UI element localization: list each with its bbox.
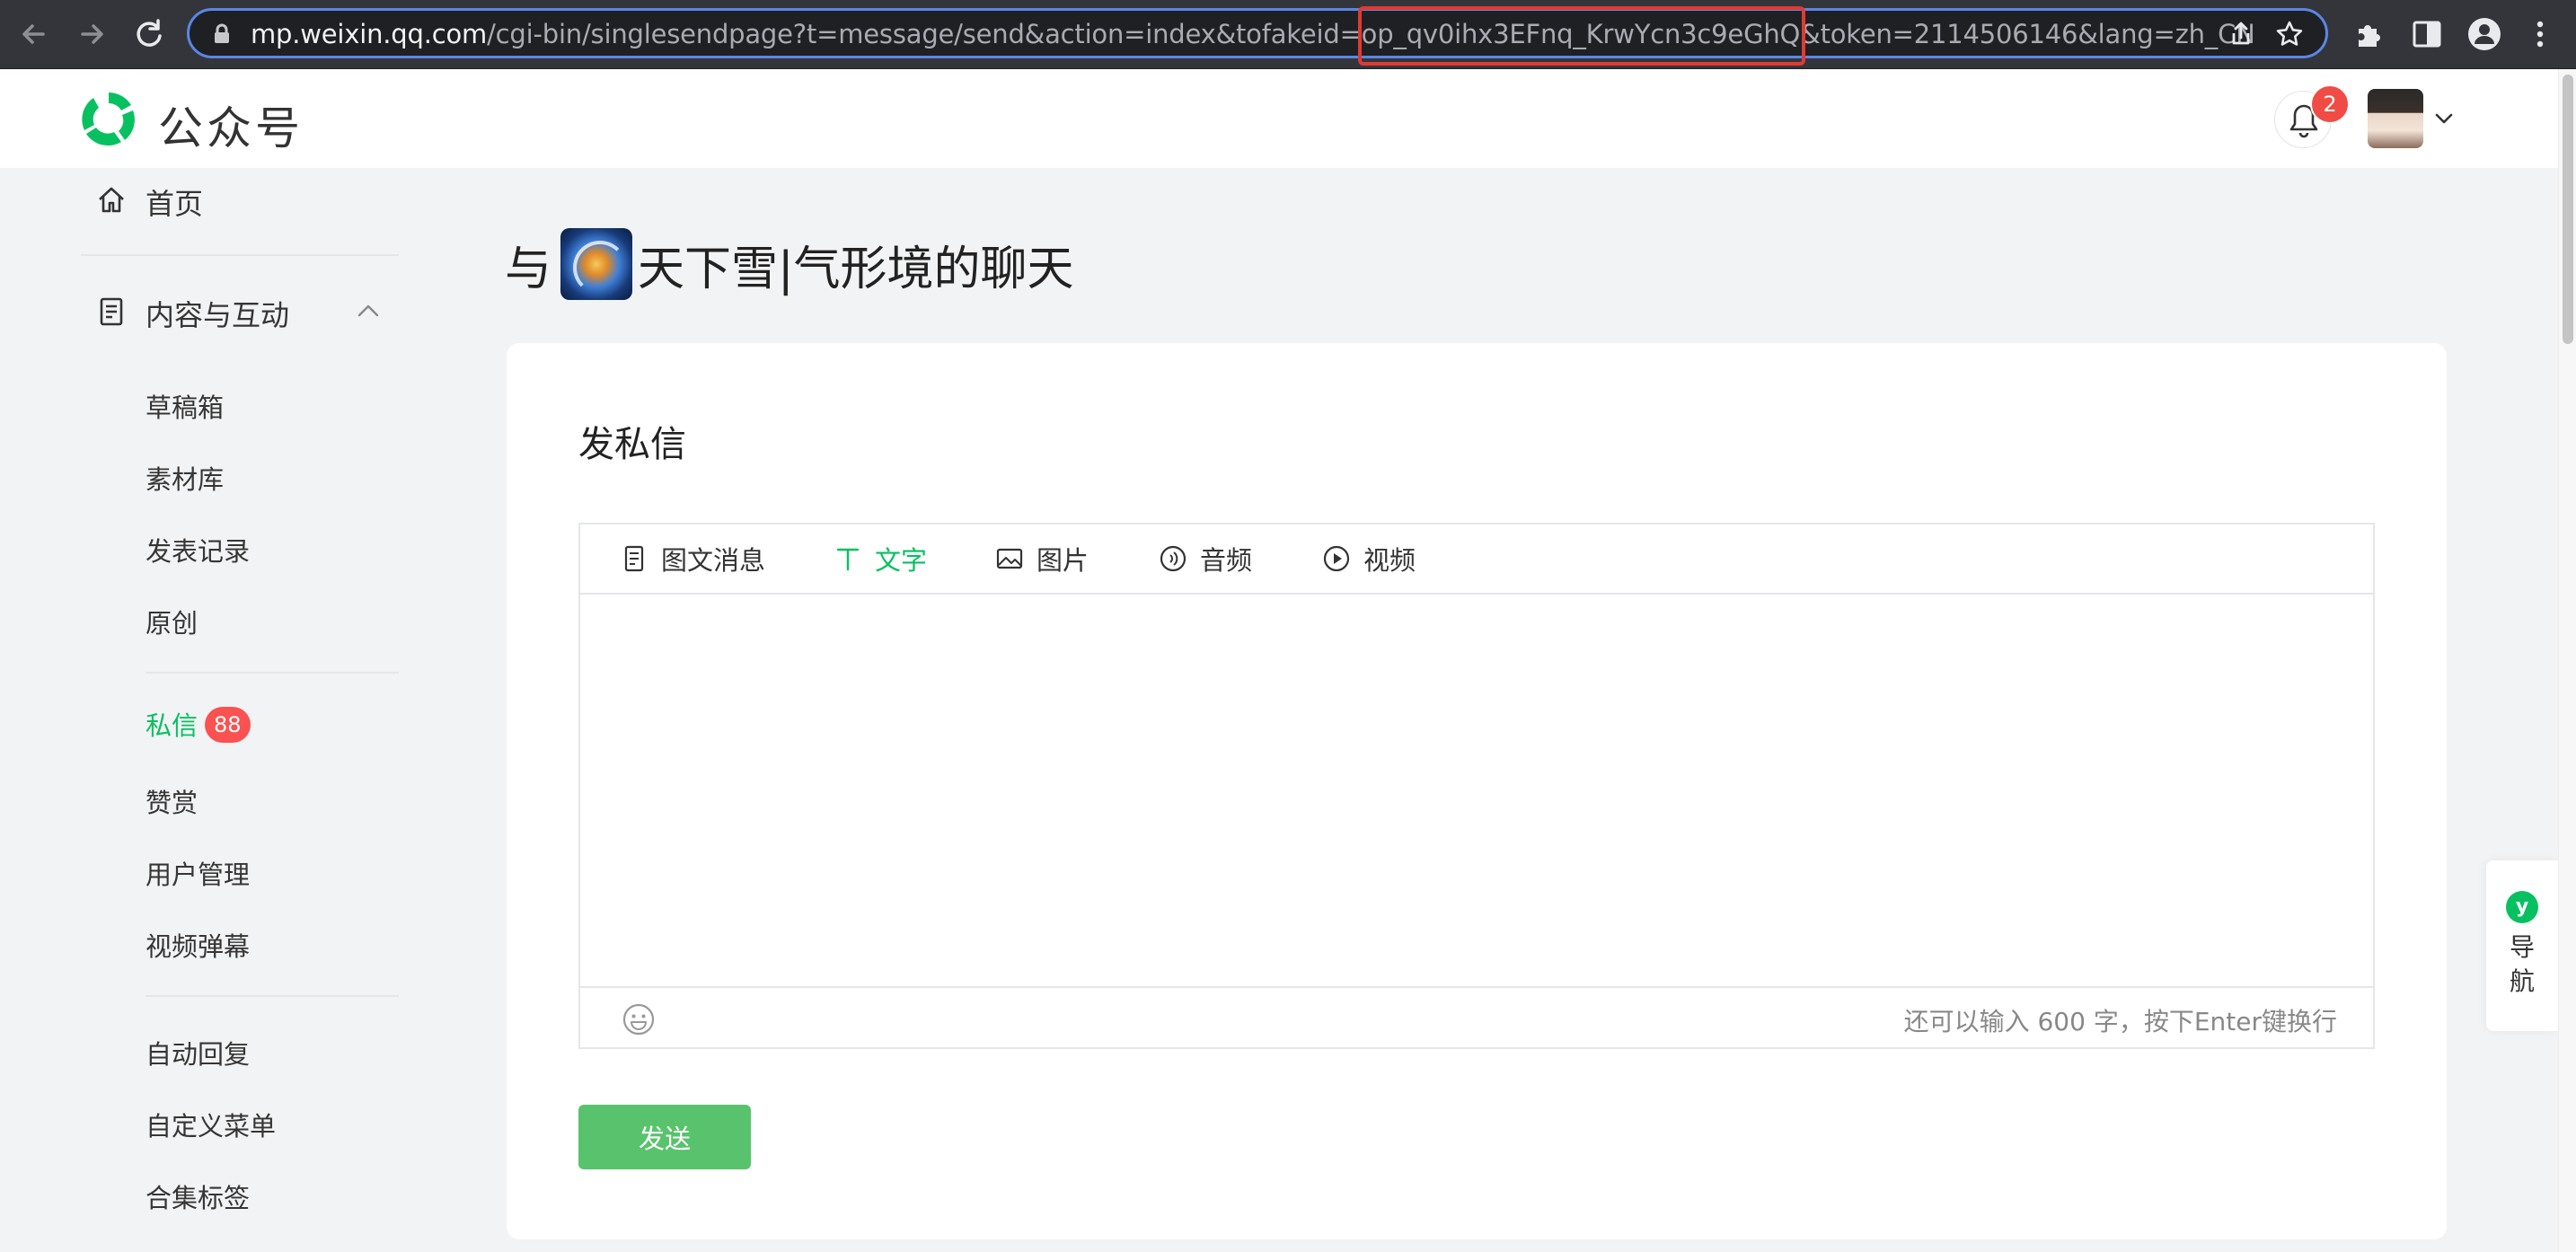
sidebar-divider	[146, 672, 399, 674]
home-icon	[99, 187, 124, 213]
sidebar-divider	[81, 254, 399, 256]
bookmark-star-icon[interactable]	[2275, 20, 2304, 48]
message-textarea[interactable]	[580, 595, 2373, 986]
tab-text-label: 文字	[875, 545, 928, 576]
side-panel-icon[interactable]	[2409, 16, 2445, 52]
message-editor: 图文消息 文字 图片 音频 视频 还可以输入 600 字，按下Enter键换行	[578, 523, 2375, 1049]
messages-unread-badge: 88	[205, 707, 251, 743]
chat-title-name: 天下雪|气形境的聊天	[638, 242, 1074, 296]
page-scrollbar[interactable]	[2558, 69, 2576, 1252]
sidebar-divider	[146, 995, 399, 997]
sidebar-item-messages-label: 私信	[146, 710, 198, 741]
document-icon	[624, 545, 644, 572]
address-bar[interactable]: mp.weixin.qq.com/cgi-bin/singlesendpage?…	[187, 8, 2328, 58]
tab-video-label: 视频	[1363, 545, 1416, 576]
tab-audio-label: 音频	[1200, 545, 1253, 576]
url-path: /cgi-bin/singlesendpage?t=message/send&a…	[487, 19, 1362, 49]
page-title: 与 天下雪|气形境的聊天	[505, 226, 1074, 302]
sidebar-item-video-danmaku[interactable]: 视频弹幕	[146, 926, 250, 964]
tab-video[interactable]: 视频	[1322, 541, 1416, 577]
audio-icon	[1160, 545, 1187, 572]
sidebar-item-home[interactable]: 首页	[146, 181, 203, 223]
url-text: mp.weixin.qq.com/cgi-bin/singlesendpage?…	[251, 20, 2255, 48]
chevron-up-icon[interactable]	[352, 295, 384, 328]
sidebar-item-original[interactable]: 原创	[146, 603, 198, 640]
character-counter: 还可以输入 600 字，按下Enter键换行	[1903, 1007, 2337, 1036]
image-icon	[996, 548, 1023, 569]
site-header: 公众号 2	[0, 69, 2558, 168]
card-title: 发私信	[578, 424, 686, 465]
back-icon[interactable]	[13, 13, 56, 56]
message-type-tabs: 图文消息 文字 图片 音频 视频	[580, 525, 2373, 595]
share-icon[interactable]	[2227, 20, 2255, 48]
chat-title-prefix: 与	[505, 242, 552, 296]
tab-rich-media-label: 图文消息	[661, 545, 766, 576]
tab-image[interactable]: 图片	[995, 541, 1089, 577]
notification-badge: 2	[2310, 84, 2350, 124]
chevron-down-icon[interactable]	[2430, 105, 2457, 132]
url-highlighted-id: op_qv0ihx3EFnq_KrwYcn3c9eGhQ	[1361, 19, 1801, 49]
url-query: &token=2114506146&lang=zh_CN	[1800, 19, 2255, 49]
sidebar-section-content[interactable]: 内容与互动	[146, 293, 289, 334]
extensions-icon[interactable]	[2351, 16, 2387, 52]
forward-icon[interactable]	[70, 13, 113, 56]
floating-guide-button[interactable]: y 导航	[2486, 860, 2558, 1031]
guide-logo-icon: y	[2506, 891, 2538, 923]
tab-rich-media[interactable]: 图文消息	[620, 541, 765, 577]
sidebar-item-user-management[interactable]: 用户管理	[146, 854, 250, 892]
reload-icon[interactable]	[128, 13, 171, 56]
text-t-icon	[836, 548, 860, 571]
sidebar-item-collection-tags[interactable]: 合集标签	[146, 1177, 250, 1215]
tab-audio[interactable]: 音频	[1159, 541, 1252, 577]
sidebar-item-drafts[interactable]: 草稿箱	[146, 387, 224, 425]
sidebar: 首页 内容与互动 草稿箱 素材库 发表记录 原创 私信 88 赞赏 用户管理 视频…	[0, 168, 467, 1252]
lock-icon[interactable]	[209, 22, 234, 47]
kebab-menu-icon[interactable]	[2522, 16, 2558, 52]
sidebar-item-rewards[interactable]: 赞赏	[146, 782, 198, 820]
tab-image-label: 图片	[1037, 545, 1090, 576]
message-card: 发私信 图文消息 文字 图片 音频 视频 还可以输入 600 字，按下Enter…	[507, 343, 2447, 1239]
url-host: mp.weixin.qq.com	[251, 19, 488, 49]
floating-guide-label: 导航	[2509, 932, 2535, 996]
contact-avatar	[560, 228, 633, 300]
sidebar-item-custom-menu[interactable]: 自定义菜单	[146, 1106, 276, 1143]
wechat-official-logo-icon[interactable]	[77, 87, 140, 150]
browser-toolbar: mp.weixin.qq.com/cgi-bin/singlesendpage?…	[0, 0, 2576, 69]
tab-text[interactable]: 文字	[834, 541, 927, 577]
editor-footer: 还可以输入 600 字，按下Enter键换行	[580, 986, 2373, 1049]
account-avatar[interactable]	[2368, 89, 2423, 148]
send-button[interactable]: 发送	[578, 1105, 751, 1169]
sidebar-item-publish-records[interactable]: 发表记录	[146, 531, 250, 569]
sidebar-item-materials[interactable]: 素材库	[146, 459, 224, 497]
profile-icon[interactable]	[2466, 16, 2502, 52]
emoji-icon[interactable]	[622, 1002, 656, 1036]
video-play-icon	[1323, 545, 1350, 572]
sidebar-item-messages[interactable]: 私信 88	[146, 705, 251, 743]
document-icon	[100, 297, 123, 326]
sidebar-item-auto-reply[interactable]: 自动回复	[146, 1034, 250, 1071]
logo-text: 公众号	[158, 102, 304, 154]
scrollbar-thumb[interactable]	[2563, 75, 2573, 344]
